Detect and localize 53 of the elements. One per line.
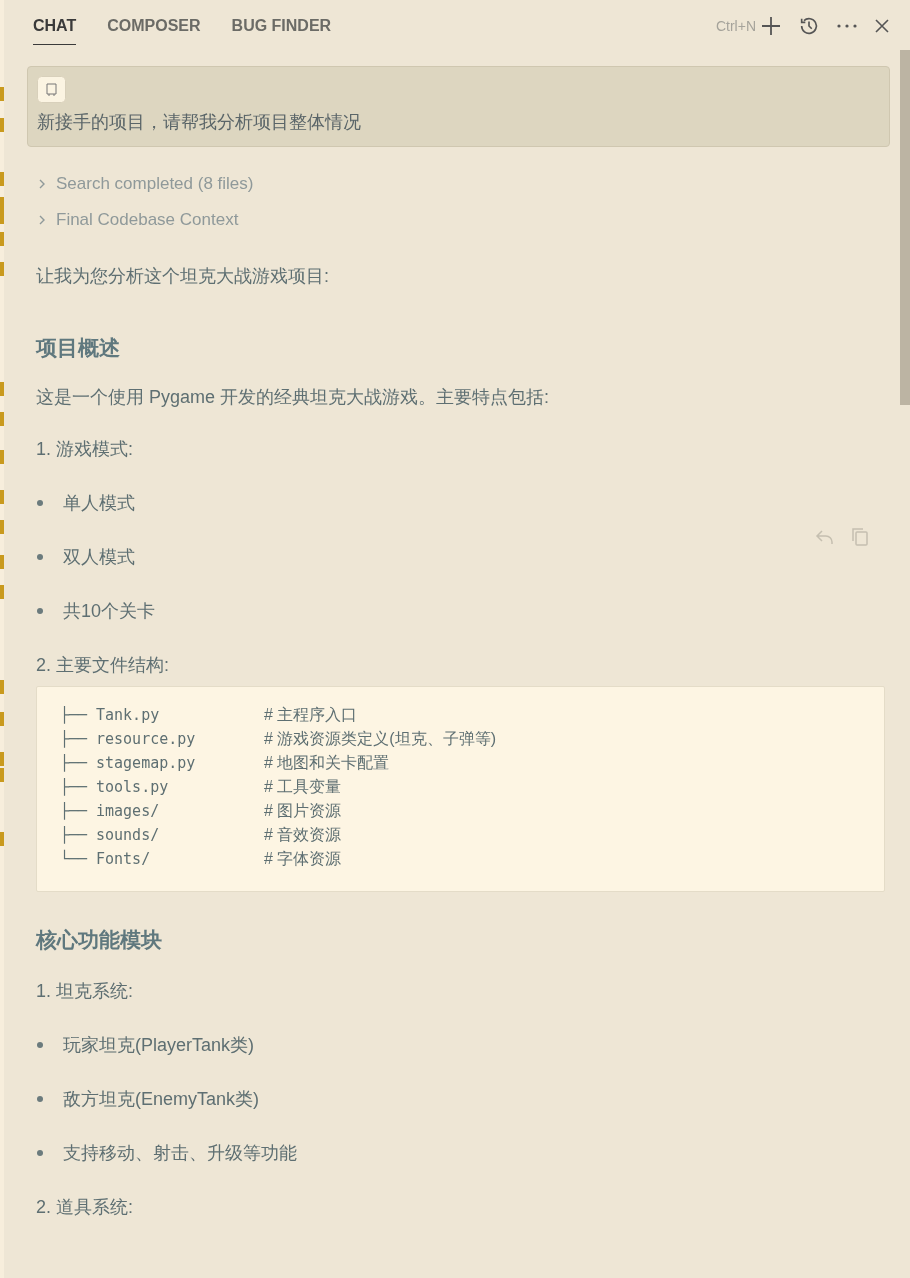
bullet-icon: [37, 554, 43, 560]
file-name: Tank.py: [96, 704, 161, 726]
shortcut-hint: Ctrl+N: [715, 16, 756, 36]
file-name: sounds/: [96, 824, 161, 846]
bullet-icon: [37, 1150, 43, 1156]
more-icon[interactable]: [836, 23, 858, 29]
file-name: images/: [96, 800, 161, 822]
code-comment: # 工具变量: [264, 777, 342, 797]
tree-branch: ├──: [60, 824, 89, 846]
bullet-icon: [37, 500, 43, 506]
numbered-item: 2. 道具系统:: [36, 1195, 133, 1219]
code-comment: # 主程序入口: [264, 705, 358, 725]
paragraph: 这是一个使用 Pygame 开发的经典坦克大战游戏。主要特点包括:: [36, 385, 550, 409]
tree-branch: ├──: [60, 752, 89, 774]
file-name: Fonts/: [96, 848, 152, 870]
list-item: 共10个关卡: [63, 599, 156, 623]
bullet-icon: [37, 1096, 43, 1102]
list-item: 双人模式: [63, 545, 135, 569]
tab[interactable]: COMPOSER: [107, 7, 201, 45]
file-name: tools.py: [96, 776, 170, 798]
plus-icon[interactable]: [760, 15, 782, 37]
list-item: 支持移动、射击、升级等功能: [63, 1141, 297, 1165]
message-text: 新接手的项目，请帮我分析项目整体情况: [37, 111, 362, 134]
scrollbar-thumb[interactable]: [900, 50, 910, 405]
section-heading: 核心功能模块: [36, 927, 162, 954]
numbered-item: 1. 游戏模式:: [36, 437, 133, 461]
bullet-icon: [37, 608, 43, 614]
close-icon[interactable]: [874, 18, 890, 34]
code-comment: # 地图和关卡配置: [264, 753, 390, 773]
section-heading: 项目概述: [36, 335, 120, 362]
step-toggle[interactable]: Search completed (8 files): [36, 166, 254, 202]
paragraph: 让我为您分析这个坦克大战游戏项目:: [36, 264, 329, 288]
tree-branch: ├──: [60, 728, 89, 750]
list-item: 玩家坦克(PlayerTank类): [63, 1033, 255, 1057]
tab[interactable]: CHAT: [33, 7, 77, 45]
bullet-icon: [37, 1042, 43, 1048]
history-icon[interactable]: [798, 15, 820, 37]
numbered-item: 1. 坦克系统:: [36, 979, 133, 1003]
step-toggle[interactable]: Final Codebase Context: [36, 202, 239, 238]
numbered-item: 2. 主要文件结构:: [36, 653, 169, 677]
tree-branch: ├──: [60, 704, 89, 726]
list-item: 敌方坦克(EnemyTank类): [63, 1087, 260, 1111]
file-name: stagemap.py: [96, 752, 197, 774]
code-comment: # 图片资源: [264, 801, 342, 821]
tree-branch: ├──: [60, 776, 89, 798]
list-item: 单人模式: [63, 491, 135, 515]
code-comment: # 游戏资源类定义(坦克、子弹等): [264, 729, 496, 749]
tree-branch: └──: [60, 848, 89, 870]
code-comment: # 字体资源: [264, 849, 342, 869]
file-name: resource.py: [96, 728, 197, 750]
code-comment: # 音效资源: [264, 825, 342, 845]
tab[interactable]: BUG FINDER: [231, 7, 332, 45]
tree-branch: ├──: [60, 800, 89, 822]
